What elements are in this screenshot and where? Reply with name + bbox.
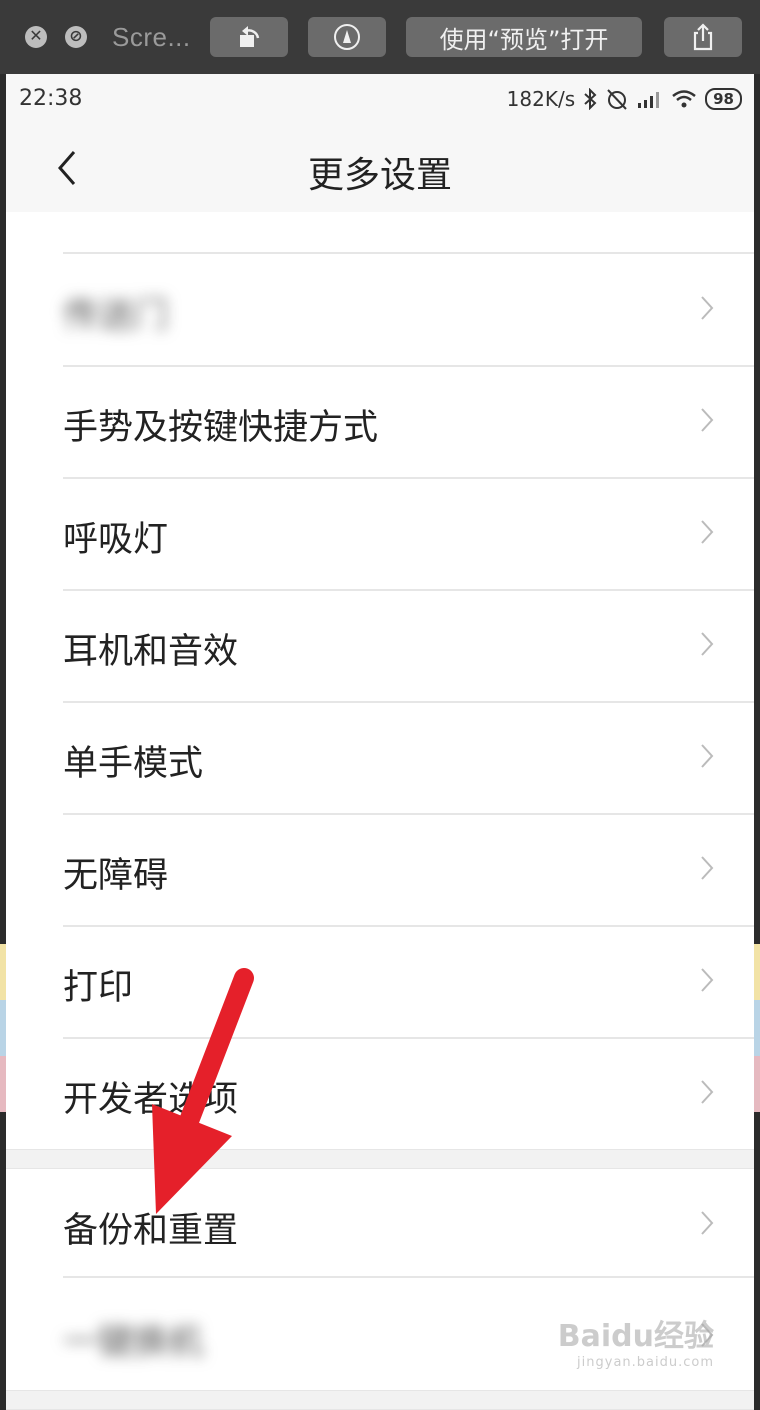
page-title: 更多设置 bbox=[307, 155, 452, 196]
list-item-developer-options[interactable]: 开发者选项 bbox=[6, 1037, 754, 1149]
markup-pen-icon bbox=[334, 24, 360, 50]
list-item-label: 备份和重置 bbox=[63, 1211, 239, 1251]
list-item-label: 一键换机 bbox=[63, 1323, 204, 1363]
list-item-printing[interactable]: 打印 bbox=[6, 925, 754, 1037]
background-window-edge bbox=[754, 944, 760, 1000]
markup-button[interactable] bbox=[308, 17, 386, 57]
watermark-url: jingyan.baidu.com bbox=[577, 1355, 714, 1370]
status-time: 22:38 bbox=[19, 86, 83, 111]
list-item-notification-light[interactable]: 呼吸灯 bbox=[6, 477, 754, 589]
rotate-button[interactable] bbox=[210, 17, 288, 57]
list-item-label: 手势及按键快捷方式 bbox=[63, 408, 379, 448]
list-item-label: 单手模式 bbox=[63, 744, 204, 784]
share-icon bbox=[693, 23, 713, 51]
background-window-edge bbox=[0, 944, 6, 1000]
close-window-icon[interactable]: ✕ bbox=[25, 26, 47, 48]
list-item-gestures[interactable]: 手势及按键快捷方式 bbox=[6, 365, 754, 477]
list-item-label: 传送门 bbox=[63, 296, 169, 336]
section-separator bbox=[6, 1390, 754, 1410]
baidu-watermark: Baidu经验 jingyan.baidu.com bbox=[558, 1311, 714, 1370]
open-with-preview-button[interactable]: 使用“预览”打开 bbox=[406, 17, 642, 57]
chevron-right-icon bbox=[701, 1080, 714, 1104]
minimize-window-icon[interactable]: ⊘ bbox=[65, 26, 87, 48]
signal-icon bbox=[638, 92, 660, 108]
background-window-edge bbox=[754, 1056, 760, 1112]
list-item-label: 耳机和音效 bbox=[63, 632, 239, 672]
chevron-right-icon bbox=[701, 520, 714, 544]
phone-screen: 22:38 182K/s 98 更多设置 传送门 手势及按键快捷方式 呼吸灯 耳… bbox=[6, 74, 754, 1410]
battery-indicator: 98 bbox=[705, 88, 742, 110]
list-item-label: 无障碍 bbox=[63, 856, 169, 896]
list-divider bbox=[63, 1276, 754, 1278]
window-toolbar: ✕ ⊘ Scre... 使用“预览”打开 bbox=[0, 0, 760, 74]
share-button[interactable] bbox=[664, 17, 742, 57]
list-item-label: 开发者选项 bbox=[63, 1080, 239, 1120]
rotate-icon bbox=[240, 26, 260, 47]
list-item-label: 呼吸灯 bbox=[63, 520, 169, 560]
bluetooth-icon bbox=[584, 88, 597, 110]
status-bar: 22:38 182K/s 98 bbox=[6, 74, 754, 124]
chevron-right-icon bbox=[701, 1211, 714, 1235]
chevron-right-icon bbox=[701, 968, 714, 992]
chevron-right-icon bbox=[701, 296, 714, 320]
list-item-accessibility[interactable]: 无障碍 bbox=[6, 813, 754, 925]
chevron-right-icon bbox=[701, 632, 714, 656]
watermark-brand: Baidu经验 bbox=[557, 1319, 714, 1354]
wifi-icon bbox=[672, 90, 696, 108]
section-separator bbox=[6, 1149, 754, 1169]
background-window-edge bbox=[754, 1000, 760, 1056]
list-item-label: 打印 bbox=[63, 968, 134, 1008]
list-item-one-handed[interactable]: 单手模式 bbox=[6, 701, 754, 813]
background-window-edge bbox=[0, 1056, 6, 1112]
list-item-backup-reset[interactable]: 备份和重置 bbox=[6, 1168, 754, 1280]
nav-bar: 更多设置 bbox=[6, 124, 754, 212]
background-window-edge bbox=[0, 1000, 6, 1056]
list-item-portal[interactable]: 传送门 bbox=[6, 253, 754, 365]
status-indicators: 182K/s 98 bbox=[507, 86, 742, 112]
window-title: Scre... bbox=[112, 22, 191, 52]
alarm-off-icon bbox=[607, 89, 627, 110]
chevron-right-icon bbox=[701, 744, 714, 768]
chevron-right-icon bbox=[701, 408, 714, 432]
chevron-right-icon bbox=[701, 856, 714, 880]
network-speed: 182K/s bbox=[506, 87, 576, 111]
list-item-headphones[interactable]: 耳机和音效 bbox=[6, 589, 754, 701]
